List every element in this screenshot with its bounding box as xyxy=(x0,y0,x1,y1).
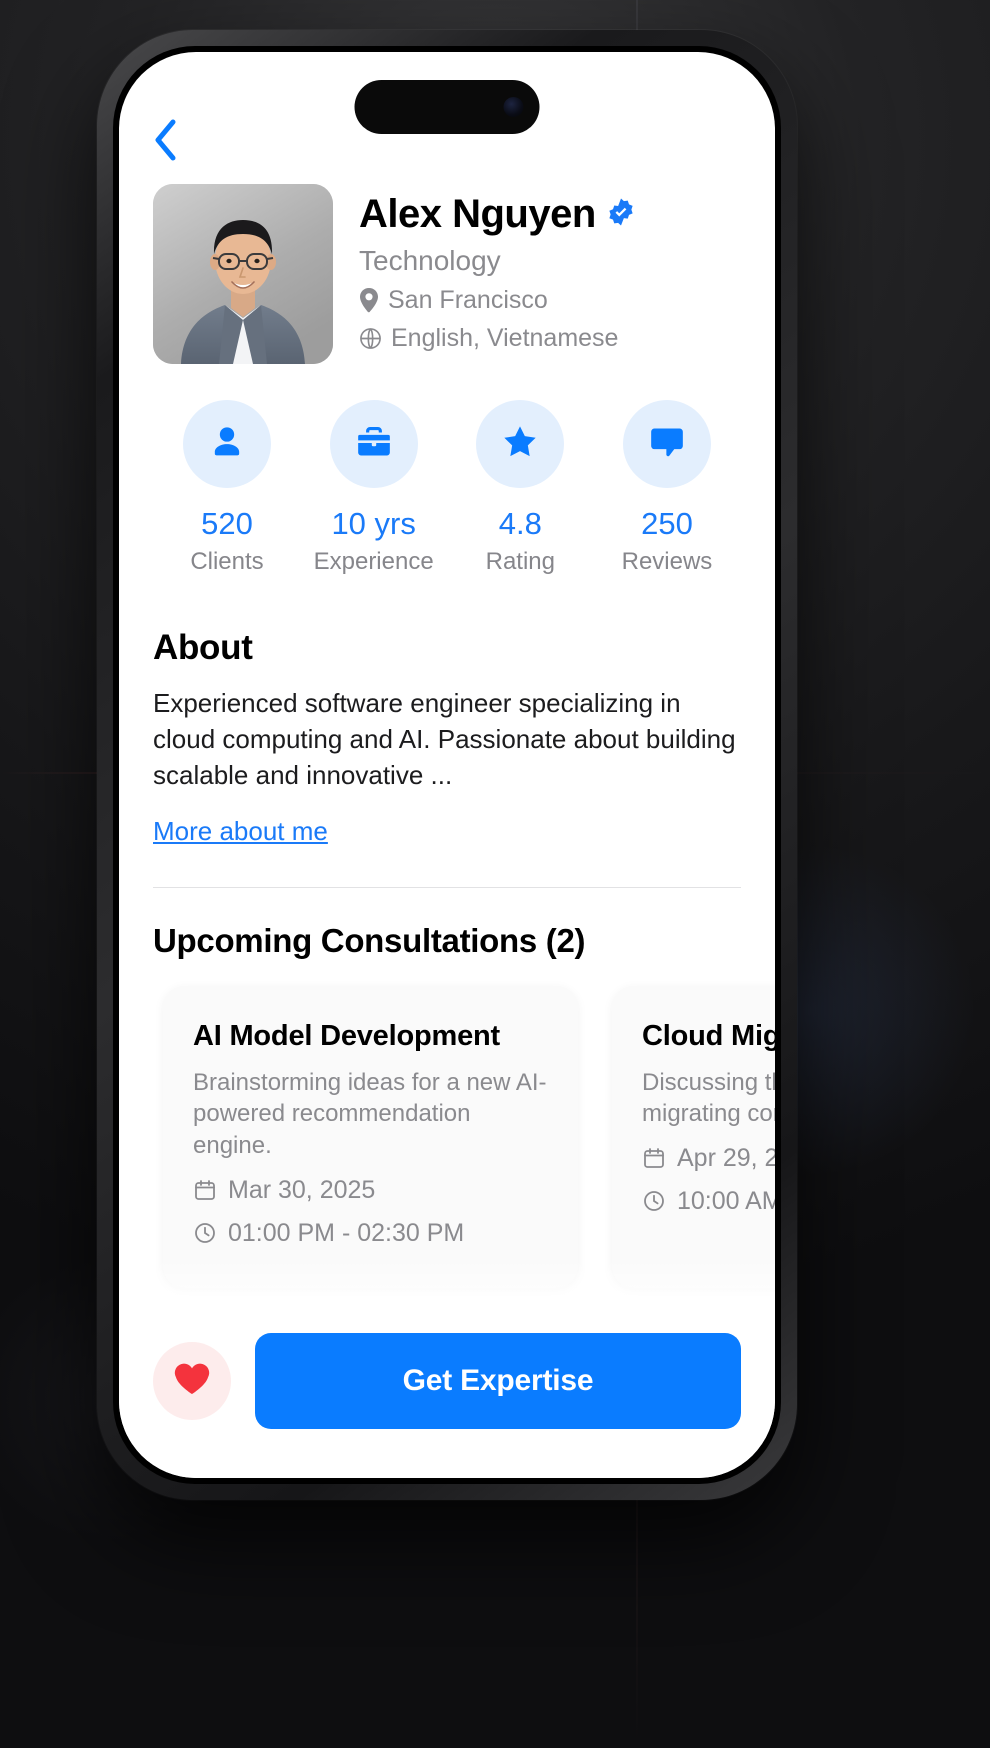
about-heading: About xyxy=(153,628,253,667)
consultation-description: Brainstorming ideas for a new AI-powered… xyxy=(193,1068,547,1159)
stat-icon-bubble xyxy=(183,400,271,488)
calendar-icon xyxy=(193,1178,217,1202)
consultation-description: Discussing the roadmap for migrating cor… xyxy=(642,1068,775,1128)
about-text: Experienced software engineer specializi… xyxy=(153,688,736,790)
stat-value: 10 yrs xyxy=(331,506,416,541)
stat-icon-bubble xyxy=(622,400,711,488)
stat-clients[interactable]: 520 Clients xyxy=(163,400,291,576)
clock-icon xyxy=(193,1221,217,1245)
phone-screen: Alex Nguyen Technology San Francisco Eng… xyxy=(119,52,775,1478)
clock-icon xyxy=(642,1189,666,1213)
stat-label: Rating xyxy=(485,548,555,575)
consultation-date: Mar 30, 2025 xyxy=(228,1175,376,1204)
consultation-time: 10:00 AM - 11:00 AM xyxy=(677,1186,775,1215)
profile-location: San Francisco xyxy=(388,286,548,314)
about-section: About Experienced software engineer spec… xyxy=(119,576,775,847)
consultations-section: Upcoming Consultations (2) AI Model Deve… xyxy=(119,888,775,1314)
stat-label: Experience xyxy=(313,548,434,575)
map-pin-icon xyxy=(359,288,379,313)
dynamic-island xyxy=(354,80,540,134)
back-button[interactable] xyxy=(143,118,187,162)
profile-header: Alex Nguyen Technology San Francisco Eng… xyxy=(119,162,775,364)
stat-value: 4.8 xyxy=(498,506,542,541)
stat-reviews[interactable]: 250 Reviews xyxy=(603,400,731,576)
profile-name-row: Alex Nguyen xyxy=(359,192,636,237)
star-icon xyxy=(500,422,540,467)
consultation-time-row: 01:00 PM - 02:30 PM xyxy=(193,1219,548,1248)
consultation-date-row: Apr 29, 2025 xyxy=(642,1144,775,1173)
consultation-date: Apr 29, 2025 xyxy=(677,1143,775,1172)
profile-category: Technology xyxy=(359,245,501,276)
consultation-time: 01:00 PM - 02:30 PM xyxy=(228,1218,465,1247)
verified-badge-icon xyxy=(606,197,636,232)
consultation-card[interactable]: Cloud Migration Strategy Discussing the … xyxy=(612,985,775,1288)
briefcase-icon xyxy=(355,423,393,466)
stats-row: 520 Clients 10 yrs Experience 4.8 Rating… xyxy=(119,364,775,576)
avatar[interactable] xyxy=(153,184,333,364)
consultation-time-row: 10:00 AM - 11:00 AM xyxy=(642,1187,775,1216)
page-title: Alex Nguyen xyxy=(359,192,596,236)
get-expertise-button[interactable]: Get Expertise xyxy=(255,1333,741,1429)
stat-label: Clients xyxy=(190,548,264,575)
stat-label: Reviews xyxy=(621,548,713,575)
profile-info: Alex Nguyen Technology San Francisco Eng… xyxy=(359,184,636,364)
stat-icon-bubble xyxy=(329,400,418,488)
profile-languages-row: English, Vietnamese xyxy=(359,324,636,353)
consultations-heading: Upcoming Consultations (2) xyxy=(153,921,586,959)
consultation-title: AI Model Development xyxy=(193,1019,500,1052)
calendar-icon xyxy=(642,1146,666,1170)
consultation-card[interactable]: AI Model Development Brainstorming ideas… xyxy=(163,985,578,1288)
bottom-action-bar: Get Expertise xyxy=(119,1318,775,1478)
favorite-button[interactable] xyxy=(153,1342,231,1420)
phone-device-frame: Alex Nguyen Technology San Francisco Eng… xyxy=(97,30,797,1500)
stat-value: 520 xyxy=(201,506,253,541)
more-about-me-link[interactable]: More about me xyxy=(153,816,328,847)
stat-icon-bubble xyxy=(476,400,565,488)
consultations-carousel[interactable]: AI Model Development Brainstorming ideas… xyxy=(119,960,775,1314)
profile-location-row: San Francisco xyxy=(359,286,636,315)
consultation-title: Cloud Migration Strategy xyxy=(642,1019,775,1052)
globe-icon xyxy=(359,327,382,350)
profile-languages: English, Vietnamese xyxy=(391,324,619,352)
chevron-left-icon xyxy=(152,118,178,162)
heart-icon xyxy=(172,1359,212,1404)
phone-bezel: Alex Nguyen Technology San Francisco Eng… xyxy=(113,46,781,1484)
stat-value: 250 xyxy=(641,506,693,541)
scroll-content[interactable]: Alex Nguyen Technology San Francisco Eng… xyxy=(119,52,775,1478)
chat-icon xyxy=(648,423,686,466)
stat-experience[interactable]: 10 yrs Experience xyxy=(310,400,438,576)
front-camera-icon xyxy=(503,97,524,117)
consultation-date-row: Mar 30, 2025 xyxy=(193,1176,548,1205)
stat-rating[interactable]: 4.8 Rating xyxy=(456,400,584,576)
person-icon xyxy=(207,422,247,467)
